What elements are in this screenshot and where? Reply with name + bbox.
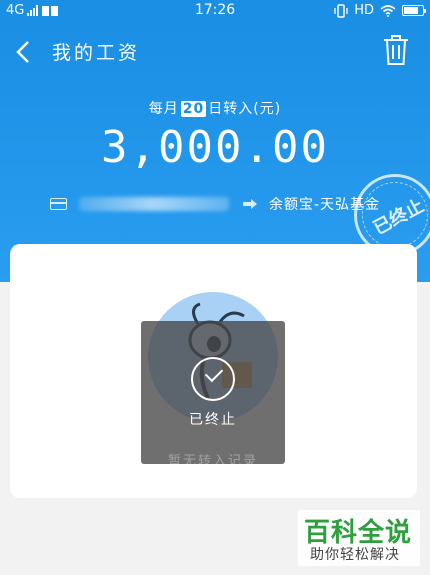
schedule-day: 20: [180, 101, 207, 117]
status-bar: 4G 17:26 HD: [0, 0, 430, 22]
vibrate-icon: [334, 3, 348, 18]
plan-amount: 3,000.00: [101, 122, 329, 173]
wifi-icon: [380, 4, 396, 17]
schedule-prefix: 每月: [148, 101, 179, 117]
status-right: HD: [334, 3, 426, 18]
page-title: 我的工资: [52, 42, 141, 64]
watermark-subtitle: 助你轻松解决: [310, 547, 400, 563]
watermark-logo: 百科全说 助你轻松解决: [298, 510, 420, 566]
masked-account: [79, 197, 229, 211]
bank-card-icon: [50, 198, 67, 210]
schedule-suffix: 日转入(元): [208, 101, 282, 117]
empty-records-text: 暂无转入记录: [167, 454, 258, 469]
trash-icon[interactable]: [382, 34, 410, 66]
transfer-route: 余额宝-天弘基金: [50, 194, 380, 214]
plan-header: 我的工资 每月 20 日转入(元) 3,000.00 余额宝-天弘基金 已终止: [0, 22, 430, 282]
schedule-label: 每月 20 日转入(元): [0, 98, 430, 118]
terminated-toast: 已终止: [141, 321, 285, 464]
battery-icon: [402, 5, 426, 16]
stamp-label: 已终止: [369, 195, 428, 240]
check-circle-icon: [191, 357, 235, 401]
hd-label: HD: [354, 3, 374, 18]
nav-bar: 我的工资: [0, 22, 430, 78]
back-icon[interactable]: [14, 40, 32, 64]
arrow-right-icon: [243, 199, 257, 209]
toast-message: 已终止: [189, 412, 237, 428]
